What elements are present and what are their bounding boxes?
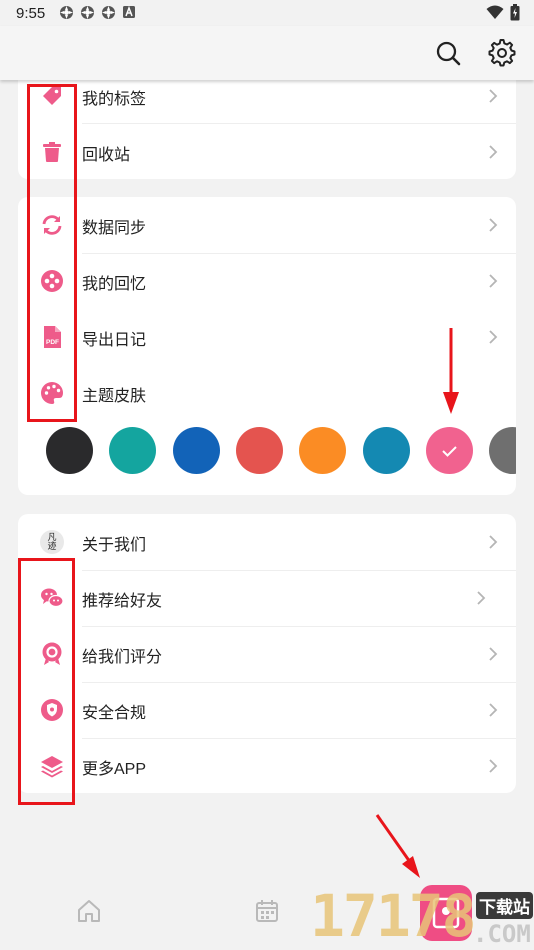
annotation-arrow [375,814,420,878]
annotation-arrows [375,328,459,878]
annotation-arrow [443,328,459,414]
